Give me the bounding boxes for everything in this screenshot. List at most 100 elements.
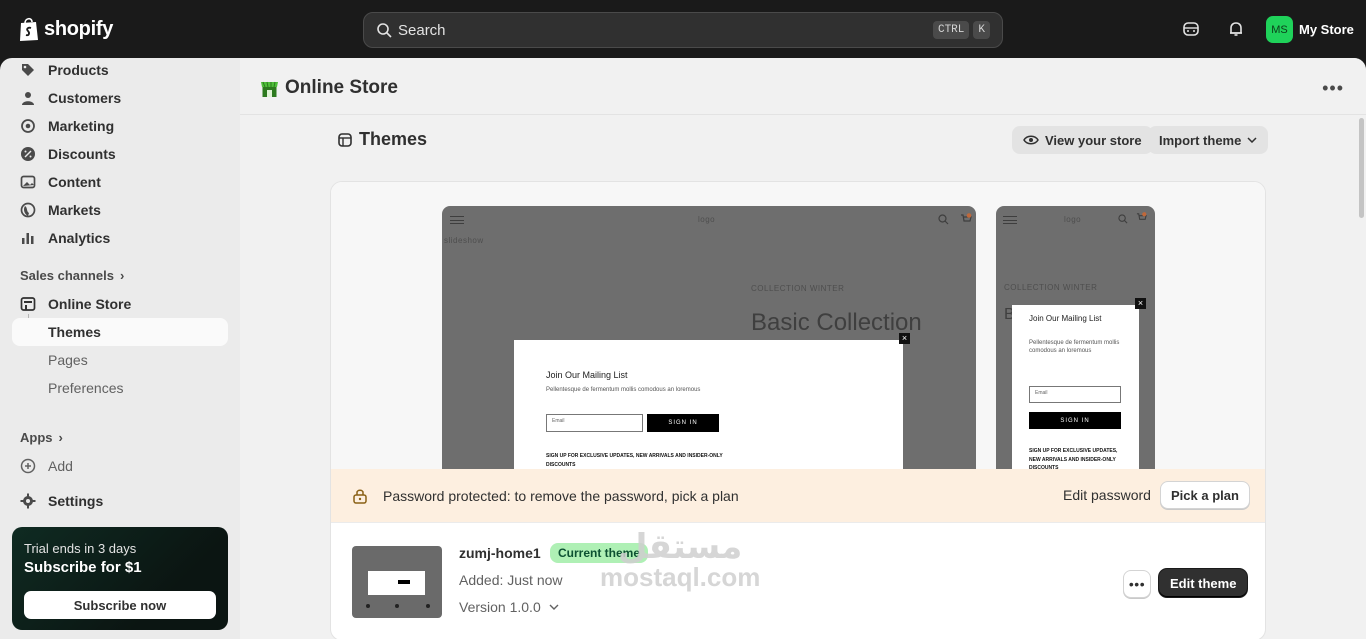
thumbnail-popup bbox=[368, 571, 425, 595]
theme-row: zumj-home1 Current theme Added: Just now… bbox=[331, 522, 1265, 639]
preview-popup: Join Our Mailing List Pellentesque de fe… bbox=[514, 340, 903, 469]
chevron-down-icon bbox=[1247, 137, 1257, 143]
menu-icon bbox=[450, 216, 464, 224]
sidebar-item-preferences[interactable]: Preferences bbox=[12, 374, 228, 402]
popup-heading: Join Our Mailing List bbox=[1029, 314, 1102, 323]
trial-offer: Subscribe for $1 bbox=[24, 559, 142, 576]
popup-footer-text: SIGN UP FOR EXCLUSIVE UPDATES, NEW ARRIV… bbox=[546, 453, 723, 468]
theme-icon bbox=[338, 132, 352, 147]
theme-preview[interactable]: logo slideshow COLLECTION WINTER Basic C… bbox=[331, 182, 1265, 469]
sidebar-item-analytics[interactable]: Analytics bbox=[12, 224, 228, 252]
sidebar-item-label: Markets bbox=[48, 202, 101, 218]
edit-theme-button[interactable]: Edit theme bbox=[1159, 569, 1248, 597]
menu-icon bbox=[1003, 216, 1017, 224]
search-input[interactable]: Search CTRL K bbox=[363, 12, 1003, 48]
popup-signin-button: SIGN IN bbox=[647, 414, 719, 432]
bar-chart-icon bbox=[22, 233, 34, 244]
sidebar-item-markets[interactable]: Markets bbox=[12, 196, 228, 224]
cart-icon bbox=[961, 213, 972, 222]
search-icon bbox=[377, 23, 392, 38]
popup-email-input: Email bbox=[546, 414, 643, 432]
thumbnail-dot bbox=[426, 604, 430, 608]
sidebar-item-discounts[interactable]: Discounts bbox=[12, 140, 228, 168]
sidebar-item-label: Discounts bbox=[48, 146, 116, 162]
theme-version: Version 1.0.0 bbox=[459, 599, 541, 615]
sidebar-item-settings[interactable]: Settings bbox=[12, 487, 228, 515]
thumbnail-dot bbox=[366, 604, 370, 608]
view-store-label: View your store bbox=[1045, 132, 1142, 148]
edit-password-link[interactable]: Edit password bbox=[1063, 487, 1151, 503]
popup-email-input: Email bbox=[1029, 386, 1121, 403]
sales-channels-header[interactable]: Sales channels › bbox=[20, 268, 124, 283]
desktop-preview: logo slideshow COLLECTION WINTER Basic C… bbox=[442, 206, 976, 469]
preview-collection-label: COLLECTION WINTER bbox=[1004, 283, 1098, 292]
cart-icon bbox=[1136, 212, 1147, 220]
popup-footer-text: SIGN UP FOR EXCLUSIVE UPDATES, NEW ARRIV… bbox=[1029, 448, 1118, 469]
theme-actions-more-button[interactable]: ••• bbox=[1123, 570, 1151, 598]
shortcut-k: K bbox=[973, 21, 990, 39]
store-switch-icon[interactable] bbox=[1182, 20, 1200, 38]
scrollbar-thumb[interactable] bbox=[1359, 118, 1364, 218]
theme-name: zumj-home1 bbox=[459, 545, 541, 561]
themes-heading: Themes bbox=[338, 129, 427, 150]
target-icon bbox=[21, 119, 35, 133]
popup-signin-button: SIGN IN bbox=[1029, 412, 1121, 429]
preview-popup: Join Our Mailing List Pellentesque de fe… bbox=[1012, 305, 1139, 469]
sidebar-item-label: Themes bbox=[48, 324, 101, 340]
trial-card: Trial ends in 3 days Subscribe for $1 Su… bbox=[12, 527, 228, 630]
chevron-down-icon bbox=[549, 604, 559, 610]
sidebar-item-label: Analytics bbox=[48, 230, 111, 246]
pick-plan-button[interactable]: Pick a plan bbox=[1160, 481, 1250, 509]
popup-heading: Join Our Mailing List bbox=[546, 370, 628, 380]
view-store-button[interactable]: View your store bbox=[1012, 126, 1153, 154]
avatar: MS bbox=[1266, 16, 1293, 43]
apps-header[interactable]: Apps › bbox=[20, 430, 63, 445]
current-theme-card: logo slideshow COLLECTION WINTER Basic C… bbox=[330, 181, 1266, 639]
search-icon bbox=[938, 214, 949, 225]
watermark: مستقل mostaql.com bbox=[600, 530, 761, 592]
themes-heading-text: Themes bbox=[359, 129, 428, 149]
bell-icon[interactable] bbox=[1227, 20, 1245, 38]
sidebar-item-content[interactable]: Content bbox=[12, 168, 228, 196]
preview-logo: logo bbox=[1064, 215, 1082, 224]
watermark-latin: mostaql.com bbox=[600, 562, 761, 592]
plus-circle-icon bbox=[20, 458, 36, 474]
shopify-logo[interactable]: shopify bbox=[18, 16, 113, 42]
theme-version-toggle[interactable]: Version 1.0.0 bbox=[459, 599, 559, 615]
theme-thumbnail[interactable] bbox=[352, 546, 442, 618]
sidebar-item-themes[interactable]: Themes bbox=[12, 318, 228, 346]
scrollbar[interactable] bbox=[1356, 58, 1366, 639]
sidebar-item-online-store[interactable]: Online Store bbox=[12, 290, 228, 318]
sidebar: Products Customers Marketing Discounts C… bbox=[0, 58, 240, 639]
brand-name: shopify bbox=[44, 17, 114, 40]
store-name: My Store bbox=[1299, 22, 1354, 37]
popup-text: Pellentesque de fermentum mollis comodou… bbox=[546, 387, 701, 393]
sidebar-item-label: Pages bbox=[48, 352, 88, 368]
preview-collection-label: COLLECTION WINTER bbox=[751, 284, 845, 293]
shopify-bag-icon bbox=[20, 17, 38, 41]
sidebar-item-products[interactable]: Products bbox=[12, 56, 228, 84]
password-banner-text: Password protected: to remove the passwo… bbox=[383, 487, 739, 504]
close-icon: × bbox=[899, 333, 910, 344]
main-content: Online Store ••• Themes View your store … bbox=[240, 58, 1366, 639]
preview-logo: logo bbox=[698, 215, 716, 224]
sidebar-item-pages[interactable]: Pages bbox=[12, 346, 228, 374]
sidebar-item-label: Marketing bbox=[48, 118, 115, 134]
search-icon bbox=[1118, 214, 1128, 224]
store-menu-button[interactable]: MS My Store bbox=[1266, 16, 1354, 43]
sidebar-item-add-app[interactable]: Add bbox=[12, 452, 228, 480]
page-actions-more-icon[interactable]: ••• bbox=[1322, 78, 1344, 99]
page-header: Online Store ••• bbox=[240, 58, 1366, 115]
preview-slideshow: slideshow bbox=[444, 236, 484, 245]
sidebar-item-label: Add bbox=[48, 458, 73, 474]
sales-channels-label: Sales channels bbox=[20, 268, 114, 283]
subscribe-button[interactable]: Subscribe now bbox=[24, 591, 216, 619]
online-store-icon bbox=[261, 81, 278, 97]
sidebar-item-label: Preferences bbox=[48, 380, 124, 396]
watermark-arabic: مستقل bbox=[618, 527, 743, 567]
sidebar-item-marketing[interactable]: Marketing bbox=[12, 112, 228, 140]
close-icon: × bbox=[1135, 298, 1146, 309]
import-theme-label: Import theme bbox=[1159, 132, 1242, 148]
sidebar-item-customers[interactable]: Customers bbox=[12, 84, 228, 112]
import-theme-button[interactable]: Import theme bbox=[1148, 126, 1269, 154]
